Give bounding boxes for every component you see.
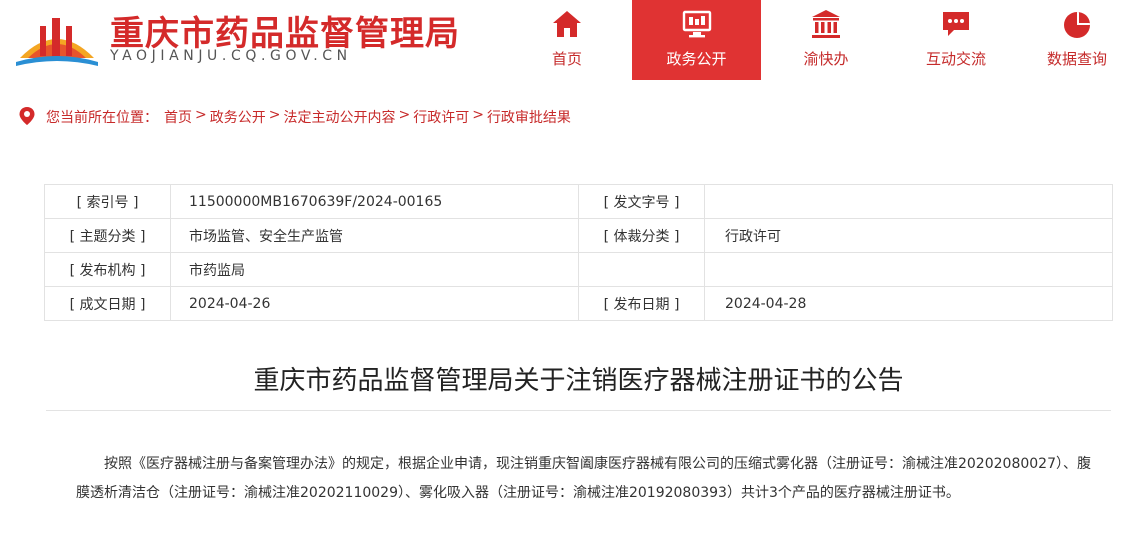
document-info-table: [ 索引号 ] 11500000MB1670639F/2024-00165 [ … — [44, 184, 1113, 321]
table-row: [ 成文日期 ] 2024-04-26 [ 发布日期 ] 2024-04-28 — [44, 286, 1113, 321]
building-icon — [812, 10, 840, 38]
breadcrumb-separator: > — [268, 107, 281, 123]
table-row: [ 发布机构 ] 市药监局 — [44, 252, 1113, 287]
breadcrumb-separator: > — [195, 107, 207, 123]
breadcrumb-link-administrative-license[interactable]: 行政许可 — [413, 107, 469, 127]
publisher-label: [ 发布机构 ] — [44, 252, 171, 287]
breadcrumb-link-statutory-disclosure[interactable]: 法定主动公开内容 — [283, 107, 395, 127]
article-body: 按照《医疗器械注册与备案管理办法》的规定，根据企业申请，现注销重庆智阖康医疗器械… — [76, 456, 1091, 501]
doc-number-label: [ 发文字号 ] — [578, 184, 705, 219]
nav-item-government-affairs[interactable]: 政务公开 — [632, 0, 761, 80]
site-subtitle: YAOJIANJU.CQ.GOV.CN — [110, 48, 352, 64]
chat-icon — [943, 12, 969, 36]
breadcrumb-separator: > — [398, 107, 411, 123]
breadcrumb-link-home[interactable]: 首页 — [164, 107, 192, 127]
published-date-label: [ 发布日期 ] — [578, 286, 705, 321]
published-date-value: 2024-04-28 — [704, 286, 1113, 321]
table-row: [ 主题分类 ] 市场监管、安全生产监管 [ 体裁分类 ] 行政许可 — [44, 218, 1113, 253]
title-divider — [46, 410, 1111, 411]
nav-label: 政务公开 — [666, 50, 727, 68]
topic-value: 市场监管、安全生产监管 — [170, 218, 579, 253]
home-icon — [553, 11, 581, 37]
nav-item-yukuaiban[interactable]: 渝快办 — [761, 0, 891, 80]
created-date-value: 2024-04-26 — [170, 286, 579, 321]
topic-label: [ 主题分类 ] — [44, 218, 171, 253]
nav-item-home[interactable]: 首页 — [502, 0, 632, 80]
breadcrumb-prefix: 您当前所在位置： — [46, 110, 158, 126]
main-nav: 首页 政务公开 渝快办 互动交流 数据查询 — [502, 0, 1133, 80]
nav-label: 首页 — [551, 50, 582, 68]
genre-label: [ 体裁分类 ] — [578, 218, 705, 253]
created-date-label: [ 成文日期 ] — [44, 286, 171, 321]
site-header: 重庆市药品监督管理局 YAOJIANJU.CQ.GOV.CN 首页 政务公开 渝… — [0, 0, 1133, 80]
nav-item-interaction[interactable]: 互动交流 — [891, 0, 1021, 80]
index-value: 11500000MB1670639F/2024-00165 — [170, 184, 579, 219]
nav-label: 渝快办 — [803, 50, 849, 68]
monitor-icon — [682, 10, 711, 38]
nav-item-data-query[interactable]: 数据查询 — [1021, 0, 1133, 80]
location-pin-icon — [19, 107, 35, 125]
empty-cell — [578, 252, 705, 287]
pie-chart-icon — [1064, 12, 1090, 38]
empty-cell — [704, 252, 1113, 287]
table-row: [ 索引号 ] 11500000MB1670639F/2024-00165 [ … — [44, 184, 1113, 219]
nav-label: 互动交流 — [925, 50, 986, 68]
doc-number-value — [704, 184, 1113, 219]
breadcrumb-link-approval-results[interactable]: 行政审批结果 — [487, 107, 571, 127]
breadcrumb-separator: > — [472, 107, 484, 123]
breadcrumb-link-government-affairs[interactable]: 政务公开 — [210, 107, 266, 127]
publisher-value: 市药监局 — [170, 252, 579, 287]
index-label: [ 索引号 ] — [44, 184, 171, 219]
nav-label: 数据查询 — [1046, 50, 1107, 68]
genre-value: 行政许可 — [704, 218, 1113, 253]
site-logo-icon[interactable] — [14, 6, 100, 68]
article-title: 重庆市药品监督管理局关于注销医疗器械注册证书的公告 — [253, 366, 904, 396]
